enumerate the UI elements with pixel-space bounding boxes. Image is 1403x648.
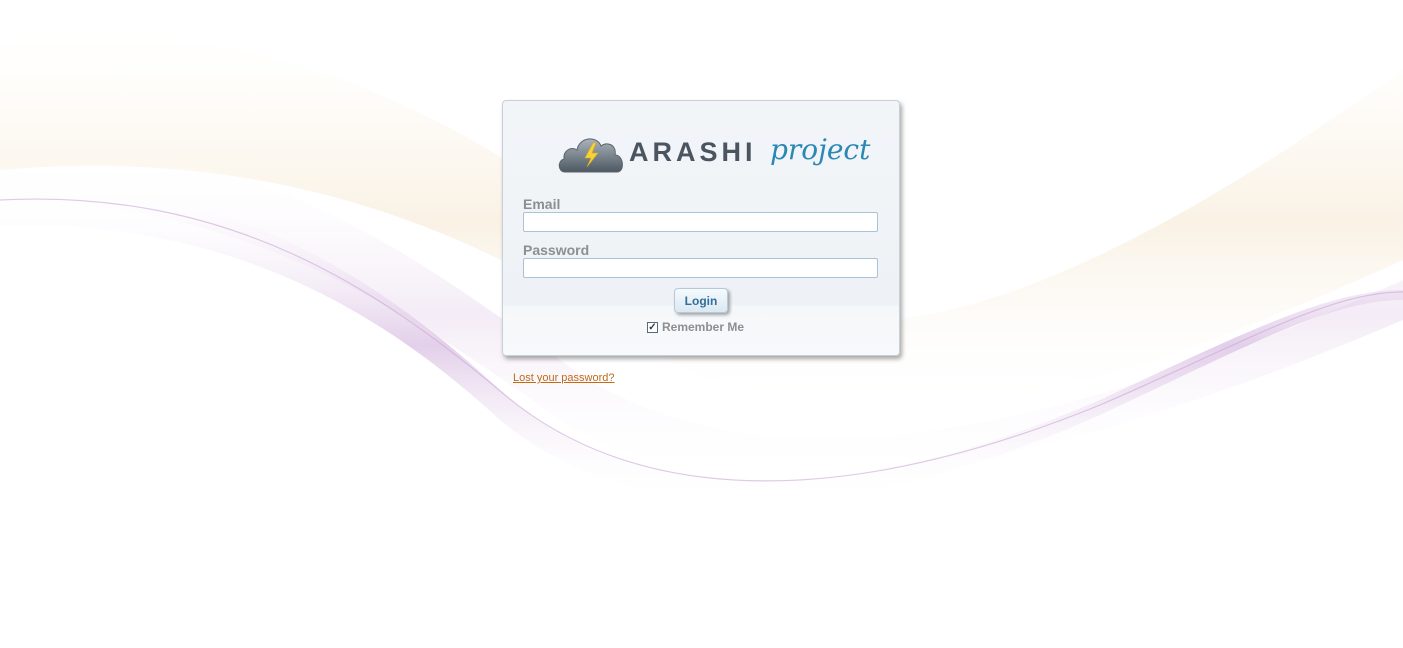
logo-title: ARASHI xyxy=(629,137,757,167)
lost-password-link[interactable]: Lost your password? xyxy=(513,372,615,384)
remember-me-checkbox[interactable]: ✓ xyxy=(647,321,658,333)
email-field[interactable] xyxy=(523,212,878,232)
login-panel: ARASHI project Email Password Login ✓ Re… xyxy=(502,100,900,356)
login-button[interactable]: Login xyxy=(674,288,728,313)
cloud-lightning-icon xyxy=(558,138,623,173)
password-field[interactable] xyxy=(523,258,878,278)
password-label: Password xyxy=(523,242,590,258)
arashi-logo: ARASHI project xyxy=(557,129,870,175)
email-label: Email xyxy=(523,196,561,212)
logo-subtitle: project xyxy=(770,133,871,166)
remember-me-label: Remember Me xyxy=(662,320,745,334)
remember-me: ✓ Remember Me xyxy=(647,320,744,334)
